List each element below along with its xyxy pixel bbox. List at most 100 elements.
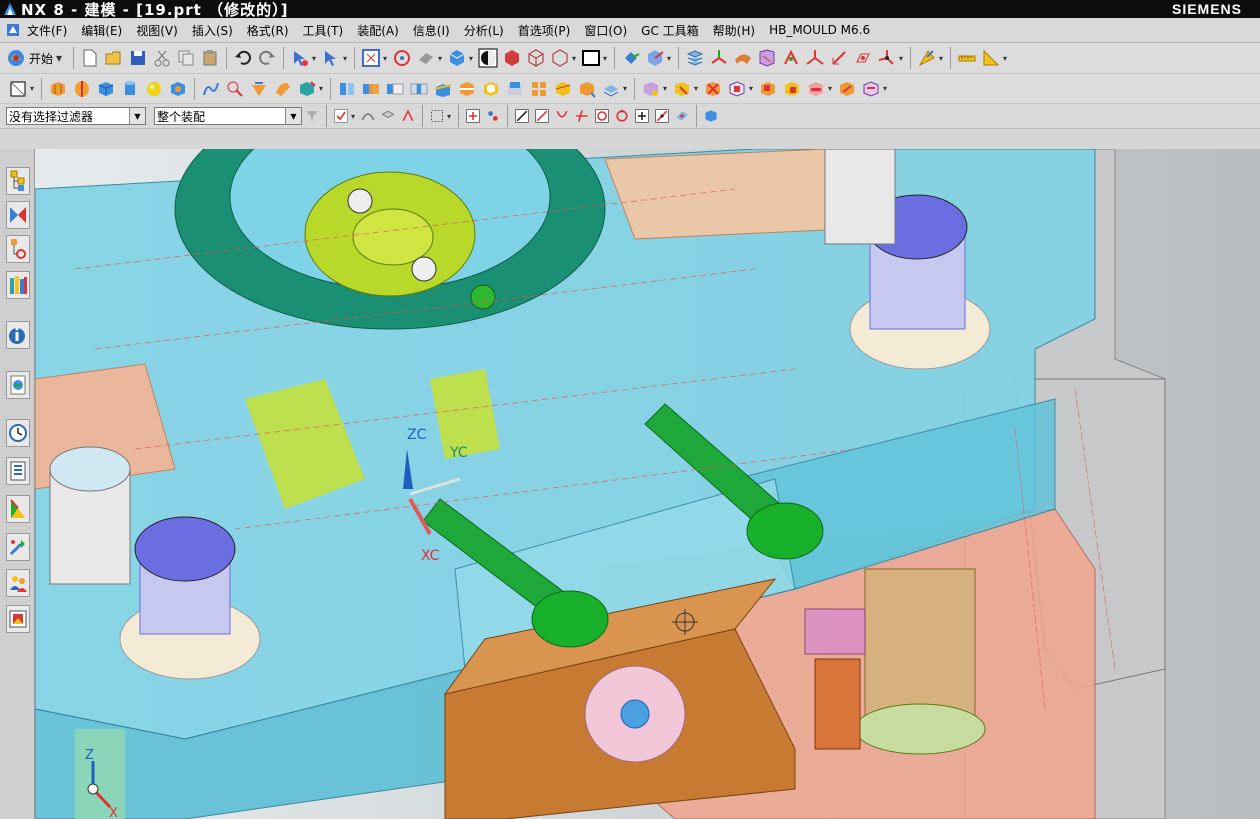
dropdown-icon[interactable]: ▾	[351, 112, 356, 121]
menu-information[interactable]: 信息(I)	[406, 22, 457, 39]
orient-csys-icon[interactable]	[877, 48, 897, 68]
datum-plane-icon[interactable]	[853, 48, 873, 68]
dropdown-icon[interactable]: ▾	[828, 84, 833, 93]
save-icon[interactable]	[128, 48, 148, 68]
dropdown-icon[interactable]: ▾	[30, 84, 35, 93]
resource-tab-assembly-navigator[interactable]	[6, 167, 30, 195]
model-canvas[interactable]: ZC YC XC Z X	[35, 149, 1260, 819]
resource-tab-process-studio[interactable]	[6, 495, 30, 523]
start-dropdown-icon[interactable]: ▾	[56, 51, 62, 65]
fit-view-icon[interactable]	[361, 48, 381, 68]
point-icon[interactable]	[781, 48, 801, 68]
expression-icon[interactable]	[917, 48, 937, 68]
wireframe-cube-icon[interactable]	[526, 48, 546, 68]
standard-part-icon[interactable]	[758, 79, 778, 99]
menu-edit[interactable]: 编辑(E)	[74, 22, 129, 39]
split-body-icon[interactable]	[457, 79, 477, 99]
cylinder-icon[interactable]	[120, 79, 140, 99]
resource-tab-history[interactable]	[6, 419, 30, 447]
unite-icon[interactable]	[361, 79, 381, 99]
dropdown-icon[interactable]: ▾	[1003, 54, 1008, 63]
menu-analysis[interactable]: 分析(L)	[457, 22, 511, 39]
dropdown-icon[interactable]: ▾	[438, 54, 443, 63]
datum-csys-icon[interactable]	[805, 48, 825, 68]
dropdown-icon[interactable]: ▾	[469, 54, 474, 63]
snap-existing-point-icon[interactable]	[634, 108, 650, 124]
resource-tab-manufacturing-wizards[interactable]	[6, 533, 30, 561]
intersect-icon[interactable]	[409, 79, 429, 99]
mould-wizard-icon[interactable]	[672, 79, 692, 99]
shaded-view-icon[interactable]	[416, 48, 436, 68]
curve-icon[interactable]	[201, 79, 221, 99]
rotate-view-icon[interactable]	[392, 48, 412, 68]
menu-tools[interactable]: 工具(T)	[296, 22, 351, 39]
feature-rule-icon[interactable]	[400, 108, 416, 124]
delete-body-icon[interactable]	[703, 79, 723, 99]
new-file-icon[interactable]	[80, 48, 100, 68]
undo-icon[interactable]	[233, 48, 253, 68]
dropdown-icon[interactable]: ▾	[667, 54, 672, 63]
paste-icon[interactable]	[200, 48, 220, 68]
menu-format[interactable]: 格式(R)	[240, 22, 296, 39]
pattern-feature-icon[interactable]	[529, 79, 549, 99]
resource-tab-roles[interactable]	[6, 569, 30, 597]
orient-view-icon[interactable]	[621, 48, 641, 68]
measure-distance-icon[interactable]	[957, 48, 977, 68]
solid-cube-icon[interactable]	[447, 48, 467, 68]
copy-icon[interactable]	[176, 48, 196, 68]
render-style-icon[interactable]	[478, 48, 498, 68]
start-button[interactable]: 开始 ▾	[6, 48, 63, 68]
trim-body-icon[interactable]	[433, 79, 453, 99]
dropdown-icon[interactable]: ▾	[319, 84, 324, 93]
red-cube-icon[interactable]	[502, 48, 522, 68]
open-folder-icon[interactable]	[104, 48, 124, 68]
background-icon[interactable]	[581, 48, 601, 68]
offset-face-icon[interactable]	[505, 79, 525, 99]
electrode-icon[interactable]	[782, 79, 802, 99]
resource-tab-reuse-library[interactable]	[6, 271, 30, 299]
dropdown-icon[interactable]: ▾	[572, 54, 577, 63]
menu-hb-mould[interactable]: HB_MOULD M6.6	[762, 23, 877, 37]
snap-point-icon[interactable]	[485, 108, 501, 124]
snap-line-icon[interactable]	[514, 108, 530, 124]
dropdown-icon[interactable]: ▾	[694, 84, 699, 93]
chevron-down-icon[interactable]: ▼	[285, 108, 301, 124]
sphere-icon[interactable]	[144, 79, 164, 99]
resource-tab-web-browser[interactable]	[6, 371, 30, 399]
menu-view[interactable]: 视图(V)	[129, 22, 185, 39]
dropdown-icon[interactable]: ▾	[447, 112, 452, 121]
offset-curve-icon[interactable]	[225, 79, 245, 99]
redo-icon[interactable]	[257, 48, 277, 68]
dropdown-icon[interactable]: ▾	[343, 54, 348, 63]
select-tools-icon[interactable]	[290, 48, 310, 68]
sync-model-icon[interactable]	[601, 79, 621, 99]
dropdown-icon[interactable]: ▾	[623, 84, 628, 93]
datum-axis-icon[interactable]	[829, 48, 849, 68]
dropdown-icon[interactable]: ▾	[603, 54, 608, 63]
resource-tab-system-scene[interactable]	[6, 605, 30, 633]
dropdown-icon[interactable]: ▾	[312, 54, 317, 63]
rectangle-select-icon[interactable]	[429, 108, 445, 124]
type-filter-select[interactable]: 没有选择过滤器 ▼	[6, 107, 146, 125]
menu-insert[interactable]: 插入(S)	[185, 22, 240, 39]
mirror-body-icon[interactable]	[337, 79, 357, 99]
chamfer-icon[interactable]	[249, 79, 269, 99]
snap-icon[interactable]	[321, 48, 341, 68]
snap-on-face-icon[interactable]	[674, 108, 690, 124]
replace-face-icon[interactable]	[553, 79, 573, 99]
hole-icon[interactable]	[168, 79, 188, 99]
resource-tab-system-materials[interactable]	[6, 457, 30, 485]
block-icon[interactable]	[96, 79, 116, 99]
draft-icon[interactable]	[297, 79, 317, 99]
menu-help[interactable]: 帮助(H)	[706, 22, 762, 39]
snap-cube-icon[interactable]	[703, 108, 719, 124]
filter-settings-icon[interactable]	[304, 108, 320, 124]
selection-scope-select[interactable]: 整个装配 ▼	[154, 107, 302, 125]
menu-gc-toolbox[interactable]: GC 工具箱	[634, 22, 706, 39]
dropdown-icon[interactable]: ▾	[383, 54, 388, 63]
face-rule-icon[interactable]	[380, 108, 396, 124]
view-triad-icon[interactable]	[645, 48, 665, 68]
menu-assembly[interactable]: 装配(A)	[350, 22, 406, 39]
snap-on-curve-icon[interactable]	[654, 108, 670, 124]
surface-icon[interactable]	[733, 48, 753, 68]
